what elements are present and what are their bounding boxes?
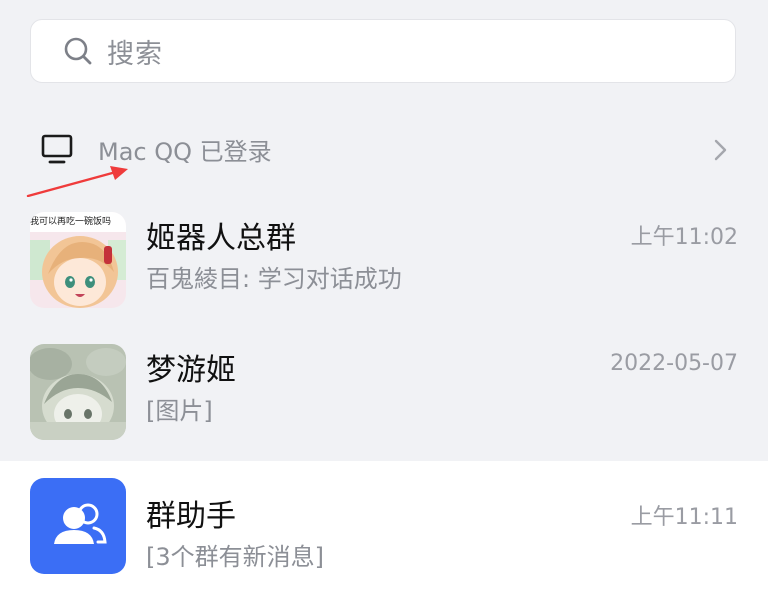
chat-name: 姬器人总群 (146, 221, 296, 256)
avatar-caption: 我可以再吃一碗饭吗 (30, 217, 112, 227)
chat-time: 上午11:11 (630, 505, 738, 530)
chat-name: 梦游姬 (146, 353, 236, 388)
anime-girl-avatar: 我可以再吃一碗饭吗 (30, 212, 126, 308)
chat-time: 2022-05-07 (610, 351, 738, 376)
chat-preview: [3个群有新消息] (146, 543, 324, 571)
chat-preview: 百鬼綾目: 学习对话成功 (146, 265, 402, 293)
chevron-right-icon (712, 136, 730, 164)
search-placeholder: 搜索 (107, 38, 163, 70)
search-icon (63, 36, 93, 66)
chat-list-item[interactable]: 梦游姬 [图片] 2022-05-07 (0, 329, 768, 455)
chat-list-item[interactable]: 我可以再吃一碗饭吗 姬器人总群 百鬼綾目: 学习对话成功 上午11:02 (0, 197, 768, 323)
group-helper-icon (30, 478, 126, 574)
chat-preview: [图片] (146, 397, 213, 425)
anime-girl-sleeping-avatar (30, 344, 126, 440)
chat-list-item[interactable]: 群助手 [3个群有新消息] 上午11:11 (0, 461, 768, 604)
search-bar[interactable]: 搜索 (30, 19, 736, 83)
chat-name: 群助手 (146, 499, 236, 534)
chat-time: 上午11:02 (630, 225, 738, 250)
